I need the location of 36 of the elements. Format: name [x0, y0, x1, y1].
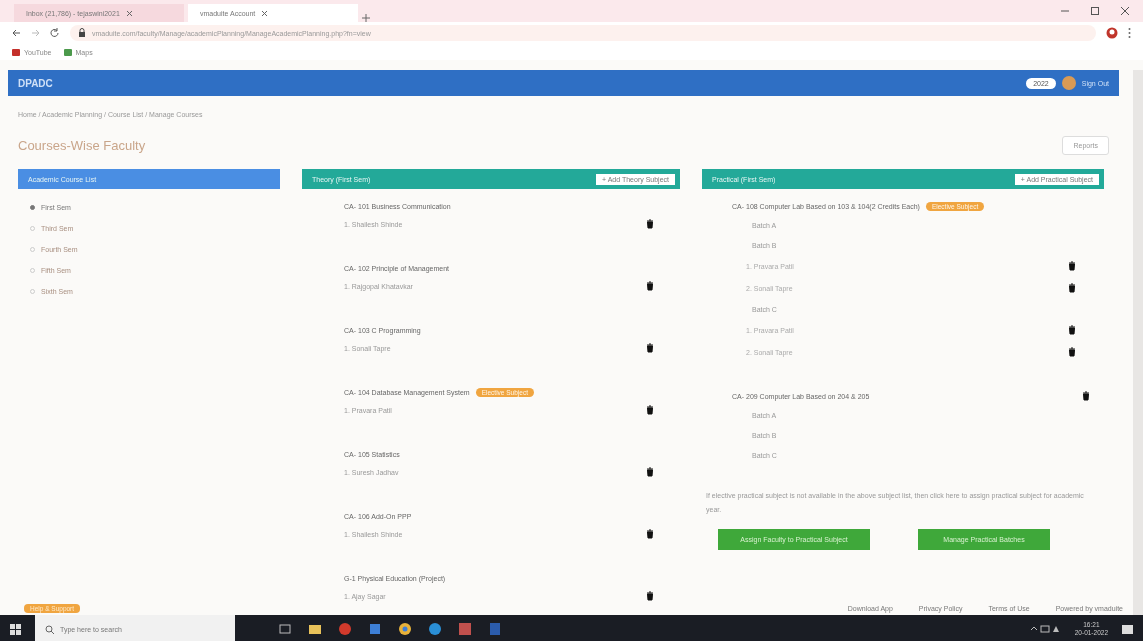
- folder-icon[interactable]: [309, 623, 321, 635]
- bookmark-icon: [63, 48, 72, 56]
- trash-icon[interactable]: [1068, 283, 1076, 293]
- page-title: Courses-Wise Faculty: [18, 138, 146, 153]
- trash-icon[interactable]: [646, 281, 654, 291]
- radio-button[interactable]: [30, 205, 35, 210]
- trash-icon[interactable]: [1068, 347, 1076, 357]
- brand-logo[interactable]: DPADC: [18, 77, 53, 89]
- profile-icon[interactable]: [1106, 27, 1118, 39]
- browser-icon[interactable]: [399, 623, 411, 635]
- circle-app-icon[interactable]: [339, 623, 351, 635]
- search-icon: [45, 624, 54, 634]
- trash-icon[interactable]: [1068, 325, 1076, 335]
- document-icon[interactable]: [489, 623, 501, 635]
- trash-icon[interactable]: [646, 343, 654, 353]
- close-icon[interactable]: [1121, 7, 1129, 15]
- lock-icon: [78, 28, 86, 38]
- trash-icon[interactable]: [646, 529, 654, 539]
- trash-icon[interactable]: [646, 467, 654, 477]
- system-tray-icon[interactable]: [1030, 624, 1061, 634]
- reload-icon[interactable]: [50, 28, 60, 38]
- trash-icon[interactable]: [1068, 261, 1076, 271]
- task-view-icon[interactable]: [279, 623, 291, 635]
- bookmark-icon: [12, 48, 20, 56]
- trash-icon[interactable]: [646, 405, 654, 415]
- notification-icon[interactable]: [1122, 623, 1133, 635]
- back-arrow-icon[interactable]: [12, 28, 21, 38]
- trash-icon[interactable]: [646, 219, 654, 229]
- maximize-icon[interactable]: [1091, 7, 1099, 15]
- menu-icon[interactable]: [1128, 27, 1131, 39]
- plus-icon[interactable]: [362, 14, 370, 22]
- trash-icon[interactable]: [646, 591, 654, 601]
- close-icon[interactable]: [125, 9, 133, 17]
- windows-icon[interactable]: [10, 623, 21, 635]
- close-icon[interactable]: [261, 9, 269, 17]
- trash-icon[interactable]: [1082, 391, 1090, 401]
